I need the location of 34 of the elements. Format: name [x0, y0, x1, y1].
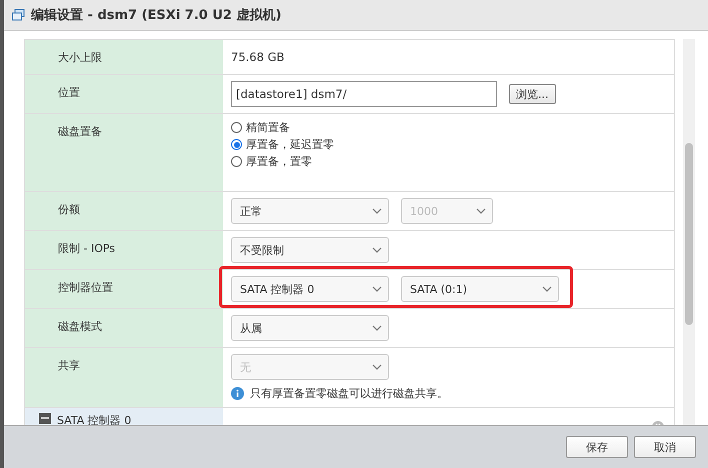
- dropdown[interactable]: 正常: [231, 198, 389, 224]
- setting-label: 磁盘置备: [58, 124, 102, 139]
- dropdown[interactable]: SATA (0:1): [401, 276, 559, 302]
- save-button[interactable]: 保存: [566, 436, 628, 458]
- info-icon: [231, 387, 244, 400]
- setting-label: 大小上限: [58, 50, 102, 65]
- location-field[interactable]: [datastore1] dsm7/: [231, 81, 497, 107]
- cancel-button[interactable]: 取消: [634, 436, 696, 458]
- setting-label: 份额: [58, 202, 80, 217]
- chevron-icon: [476, 208, 486, 214]
- chevron-icon: [372, 325, 382, 331]
- setting-label: 控制器位置: [58, 280, 113, 295]
- setting-label: 位置: [58, 85, 80, 100]
- controller-icon: [39, 413, 51, 424]
- setting-label: 限制 - IOPs: [58, 241, 116, 256]
- radio-option[interactable]: 厚置备，置零: [231, 154, 666, 169]
- dropdown[interactable]: 不受限制: [231, 237, 389, 263]
- radio-option[interactable]: 精简置备: [231, 120, 666, 135]
- chevron-icon: [372, 286, 382, 292]
- browse-button[interactable]: 浏览...: [509, 84, 556, 104]
- dropdown[interactable]: SATA 控制器 0: [231, 276, 389, 302]
- chevron-icon: [372, 208, 382, 214]
- window-title: 编辑设置 - dsm7 (ESXi 7.0 U2 虚拟机): [31, 6, 282, 24]
- setting-label: 共享: [58, 358, 80, 373]
- chevron-icon: [542, 286, 552, 292]
- chevron-icon: [372, 247, 382, 253]
- value-text: 75.68 GB: [231, 49, 286, 66]
- setting-label: 磁盘模式: [58, 319, 102, 334]
- chevron-icon: [372, 364, 382, 370]
- info-note: 只有厚置备置零磁盘可以进行磁盘共享。: [250, 386, 448, 401]
- radio-option[interactable]: 厚置备，延迟置零: [231, 137, 666, 152]
- scrollbar[interactable]: [683, 39, 695, 425]
- window-icon: [12, 9, 25, 21]
- dropdown[interactable]: 从属: [231, 315, 389, 341]
